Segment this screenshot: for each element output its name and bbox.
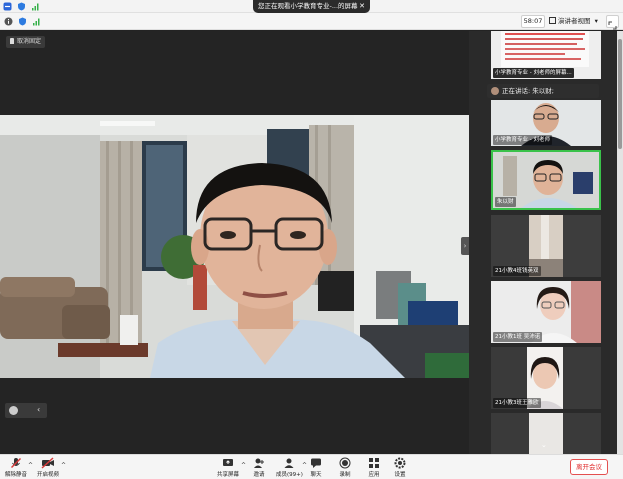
participant-tile[interactable]: 21小教1班 吴沛诺 [491, 281, 601, 343]
members-button[interactable]: 成员(99+) [276, 457, 303, 478]
app-logo-icon [3, 2, 12, 11]
unmute-button[interactable]: 解除静音 [4, 457, 28, 478]
speaking-label: 正在讲话: 朱以财; [502, 87, 554, 95]
camera-flip-icon[interactable] [9, 406, 18, 415]
shield-icon[interactable] [18, 17, 27, 26]
tile-name-label: 21小教1班 吴沛诺 [493, 332, 543, 342]
tile-name-label: 小学教育专业 - 刘老师的屏幕... [493, 68, 574, 78]
share-options-caret-icon[interactable]: ^ [241, 462, 246, 469]
video-options-caret-icon[interactable]: ^ [61, 462, 66, 469]
bottom-control-bar: 解除静音 ^ 开启视频 ^ 共享屏幕 ^ 邀请 成员(99+) ^ 聊天 录制 [0, 454, 623, 479]
tile-name-label: 朱以财 [495, 197, 516, 207]
gear-icon [394, 457, 406, 469]
scrollbar-thumb[interactable] [618, 39, 622, 149]
unmute-label: 解除静音 [4, 472, 27, 478]
meeting-window: 您正在观看小学教育专业-...的屏幕 ✕ 58:07 演讲者视图 ▾ 取消固定 [0, 0, 623, 479]
signal-icon[interactable] [31, 2, 40, 11]
settings-label: 设置 [394, 472, 406, 478]
chat-icon [311, 458, 321, 468]
mic-options-caret-icon[interactable]: ^ [28, 462, 33, 469]
chevron-left-icon[interactable]: ‹ [37, 405, 40, 415]
leave-meeting-button[interactable]: 离开会议 [570, 459, 608, 475]
members-icon [284, 458, 294, 468]
apps-icon [369, 458, 379, 468]
tile-name-label: 21小教3班王雅欧 [493, 398, 541, 408]
chat-button[interactable]: 聊天 [308, 457, 324, 478]
tile-name-label: 小学教育专业 - 刘老师 [493, 135, 552, 145]
start-video-label: 开启视频 [36, 472, 59, 478]
tile-name-label: 21小教4班钱英双 [493, 266, 541, 276]
share-notice-text: 您正在观看小学教育专业-...的屏幕 [258, 2, 358, 10]
invite-icon [254, 458, 264, 468]
record-button[interactable]: 录制 [337, 457, 353, 478]
speaking-indicator: 正在讲话: 朱以财; [487, 84, 599, 98]
meeting-toolbar: 58:07 演讲者视图 ▾ [0, 13, 623, 30]
start-video-button[interactable]: 开启视频 [36, 457, 60, 478]
speaker-avatar [491, 87, 499, 95]
sidebar-scrollbar[interactable] [617, 31, 623, 454]
view-switch-button[interactable]: 演讲者视图 ▾ [549, 15, 603, 28]
speaker-video-frame [0, 115, 469, 378]
collapse-sidebar-handle[interactable]: › [461, 237, 469, 255]
camera-off-icon [41, 457, 54, 469]
stage-controls: ‹ [5, 403, 47, 418]
active-speaker-video[interactable] [0, 115, 469, 378]
chevron-down-icon: ▾ [594, 17, 598, 25]
shared-screen-thumbnail [501, 31, 589, 67]
record-icon [339, 457, 351, 469]
participant-tile-active[interactable]: 朱以财 [491, 150, 601, 210]
members-options-caret-icon[interactable]: ^ [302, 462, 307, 469]
settings-button[interactable]: 设置 [392, 457, 408, 478]
view-label: 演讲者视图 [558, 17, 591, 25]
participant-tile-screen-share[interactable]: 小学教育专业 - 刘老师的屏幕... [491, 31, 601, 79]
unpin-label: 取消固定 [17, 38, 42, 45]
system-bar: 您正在观看小学教育专业-...的屏幕 ✕ [0, 0, 623, 13]
signal-bars-icon[interactable] [32, 17, 41, 26]
share-notice-pill[interactable]: 您正在观看小学教育专业-...的屏幕 ✕ [253, 0, 370, 13]
apps-label: 应用 [368, 472, 380, 478]
apps-button[interactable]: 应用 [366, 457, 382, 478]
main-stage: 取消固定 ‹ › [0, 31, 469, 454]
share-screen-button[interactable]: 共享屏幕 [216, 457, 240, 478]
share-screen-label: 共享屏幕 [216, 472, 239, 478]
microphone-muted-icon [10, 457, 22, 469]
chat-label: 聊天 [310, 472, 322, 478]
chevron-down-icon[interactable]: ⌄ [541, 441, 547, 449]
participant-tile[interactable]: ⌄ [491, 413, 601, 454]
participant-tile[interactable]: 21小教4班钱英双 [491, 215, 601, 277]
fullscreen-button[interactable] [606, 15, 619, 30]
close-icon[interactable]: ✕ [359, 0, 365, 13]
security-shield-icon[interactable] [17, 2, 26, 11]
participant-tile[interactable]: 21小教3班王雅欧 [491, 347, 601, 409]
fullscreen-icon [608, 21, 617, 30]
record-label: 录制 [339, 472, 351, 478]
pin-icon [10, 38, 14, 44]
members-label: 成员(99+) [276, 472, 303, 478]
participant-tile[interactable]: 小学教育专业 - 刘老师 [491, 100, 601, 146]
meeting-timer: 58:07 [521, 15, 545, 28]
grid-view-icon [549, 17, 556, 24]
share-screen-icon [223, 459, 233, 466]
invite-button[interactable]: 邀请 [250, 457, 268, 478]
invite-label: 邀请 [253, 472, 265, 478]
info-icon[interactable] [4, 17, 13, 26]
unpin-button[interactable]: 取消固定 [6, 36, 46, 48]
